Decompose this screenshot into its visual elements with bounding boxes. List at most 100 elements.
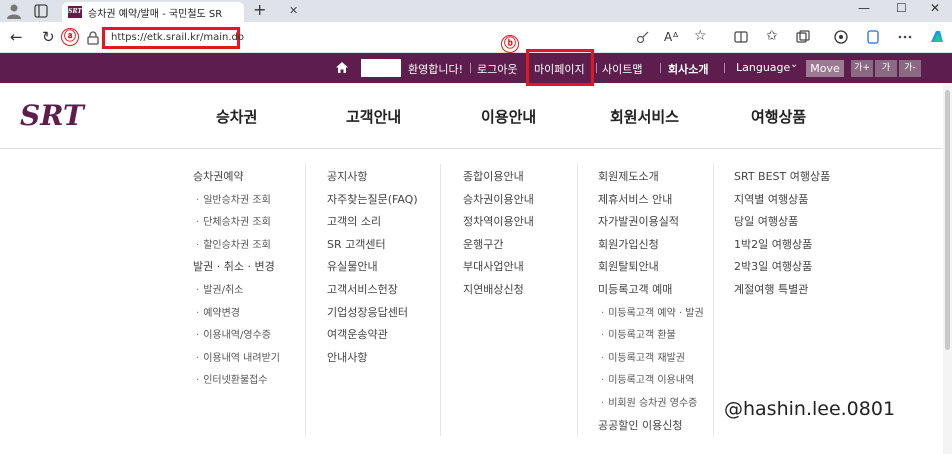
mypage-highlight-box [526,49,594,86]
scrollbar-thumb[interactable] [945,90,950,350]
submenu-item[interactable]: 공지사항 [327,168,367,184]
srt-logo-text: SRT [20,99,86,131]
maximize-icon[interactable]: ☐ [896,1,907,15]
language-select[interactable]: Language [736,61,790,74]
column-divider [305,164,306,436]
back-arrow-icon[interactable]: ← [10,28,23,46]
menu-travel-products[interactable]: 여행상품 [751,106,806,127]
submenu-item[interactable]: 미등록고객 예매 [598,281,672,297]
submenu-item[interactable]: 유실물안내 [327,258,378,274]
column-divider [713,164,714,436]
submenu-subitem[interactable]: 단체승차권 조회 [196,213,271,228]
minimize-icon[interactable]: — [858,1,870,15]
logout-link[interactable]: 로그아웃 [477,61,517,77]
submenu-item[interactable]: 승차권예약 [193,168,244,184]
submenu-item[interactable]: 승차권이용안내 [463,191,534,207]
divider [724,63,725,73]
extension-icon[interactable] [834,30,848,44]
tab-title: 승차권 예약/발매 - 국민철도 SR [88,9,223,20]
favorites-icon[interactable]: ✩ [766,28,778,44]
submenu-item[interactable]: 지역별 여행상품 [734,191,808,207]
menu-member-service[interactable]: 회원서비스 [610,106,679,127]
submenu-subitem[interactable]: 발권/취소 [196,281,243,296]
submenu-item[interactable]: 발권 · 취소 · 변경 [193,258,275,274]
submenu-item[interactable]: 자주찾는질문(FAQ) [327,191,418,207]
submenu-subitem[interactable]: 비회원 승차권 영수증 [601,394,697,409]
profile-avatar-icon[interactable] [6,3,22,19]
read-aloud-icon[interactable]: Aᐞ [664,30,679,44]
submenu-item[interactable]: 1박2일 여행상품 [734,236,812,252]
annotation-b: ⓑ [501,35,519,53]
copilot-icon[interactable] [928,28,946,46]
submenu-item[interactable]: 지연배상신청 [463,281,524,297]
menu-usage-guide[interactable]: 이용안내 [481,106,536,127]
refresh-icon[interactable]: ↻ [42,28,55,46]
submenu-item[interactable]: 회원제도소개 [598,168,659,184]
font-large-button[interactable]: 가+ [851,60,873,77]
menu-ticket[interactable]: 승차권 [216,106,257,127]
more-options-icon[interactable] [898,30,912,44]
submenu-item[interactable]: 기업성장응답센터 [327,304,408,320]
submenu-subitem[interactable]: 인터넷환불접수 [196,371,267,386]
column-divider [577,164,578,436]
close-tab-icon[interactable]: ✕ [289,4,298,17]
submenu-subitem[interactable]: 미등록고객 재발권 [601,349,685,364]
submenu-item[interactable]: 종합이용안내 [463,168,524,184]
split-screen-icon[interactable] [734,30,748,44]
submenu-subitem[interactable]: 미등록고객 이용내역 [601,371,694,386]
submenu-item[interactable]: 회원탈퇴안내 [598,258,659,274]
tab-actions-icon[interactable] [34,4,48,18]
font-normal-button[interactable]: 가 [875,60,897,77]
submenu-item[interactable]: SRT BEST 여행상품 [734,168,830,184]
submenu-item[interactable]: SR 고객센터 [327,236,386,252]
submenu-item[interactable]: 자가발권이용실적 [598,213,679,229]
submenu-item[interactable]: 정차역이용안내 [463,213,534,229]
divider [660,63,661,73]
close-window-icon[interactable]: ✕ [930,1,940,15]
utility-bar: 환영합니다! 로그아웃 마이페이지 사이트맵 회사소개 Language ⌄ M… [0,53,952,83]
submenu-subitem[interactable]: 할인승차권 조회 [196,236,271,251]
annotation-a: ⓐ [61,28,79,46]
font-small-button[interactable]: 가- [899,60,921,77]
home-icon[interactable] [336,62,348,73]
submenu-item[interactable]: 공공할인 이용신청 [598,417,682,433]
url-highlight-box[interactable]: https://etk.srail.kr/main.do [102,27,244,49]
menu-customer-guide[interactable]: 고객안내 [346,106,401,127]
key-icon[interactable] [636,30,650,44]
submenu-item[interactable]: 제휴서비스 안내 [598,191,672,207]
submenu-item[interactable]: 회원가입신청 [598,236,659,252]
divider [596,63,597,73]
submenu-item[interactable]: 계절여행 특별관 [734,281,808,297]
submenu-item[interactable]: 부대사업안내 [463,258,524,274]
browser-essentials-icon[interactable] [866,30,880,44]
submenu-subitem[interactable]: 일반승차권 조회 [196,191,271,206]
new-tab-icon[interactable]: + [253,0,266,19]
company-link[interactable]: 회사소개 [668,61,708,77]
submenu-item[interactable]: 고객서비스헌장 [327,281,398,297]
url-input[interactable]: https://etk.srail.kr/main.do [111,32,244,43]
welcome-text: 환영합니다! [408,63,464,76]
submenu-item[interactable]: 2박3일 여행상품 [734,258,812,274]
submenu-subitem[interactable]: 미등록고객 환불 [601,326,676,341]
submenu-subitem[interactable]: 미등록고객 예약 · 발권 [601,304,704,319]
move-button[interactable]: Move [806,60,844,77]
submenu-item[interactable]: 고객의 소리 [327,213,381,229]
submenu-subitem[interactable]: 이용내역/영수증 [196,326,271,341]
srt-logo[interactable]: SRT [18,99,104,131]
submenu-subitem[interactable]: 예약변경 [196,304,240,319]
browser-window: SRT 승차권 예약/발매 - 국민철도 SR ✕ + — ☐ ✕ ← ↻ ⓐ … [0,0,952,454]
collections-icon[interactable] [796,30,810,44]
submenu-item[interactable]: 당일 여행상품 [734,213,798,229]
favorite-star-icon[interactable]: ☆ [694,28,707,44]
active-tab[interactable]: SRT 승차권 예약/발매 - 국민철도 SR ✕ [62,2,298,23]
submenu-item[interactable]: 여객운송약관 [327,326,388,342]
lock-icon[interactable] [86,31,100,45]
srt-favicon: SRT [68,6,82,18]
divider [470,63,471,73]
submenu-item[interactable]: 운행구간 [463,236,503,252]
submenu-subitem[interactable]: 이용내역 내려받기 [196,349,280,364]
sitemap-link[interactable]: 사이트맵 [602,61,642,77]
chevron-down-icon[interactable]: ⌄ [790,59,798,70]
submenu-item[interactable]: 안내사항 [327,349,367,365]
watermark-text: @hashin.lee.0801 [724,398,896,420]
